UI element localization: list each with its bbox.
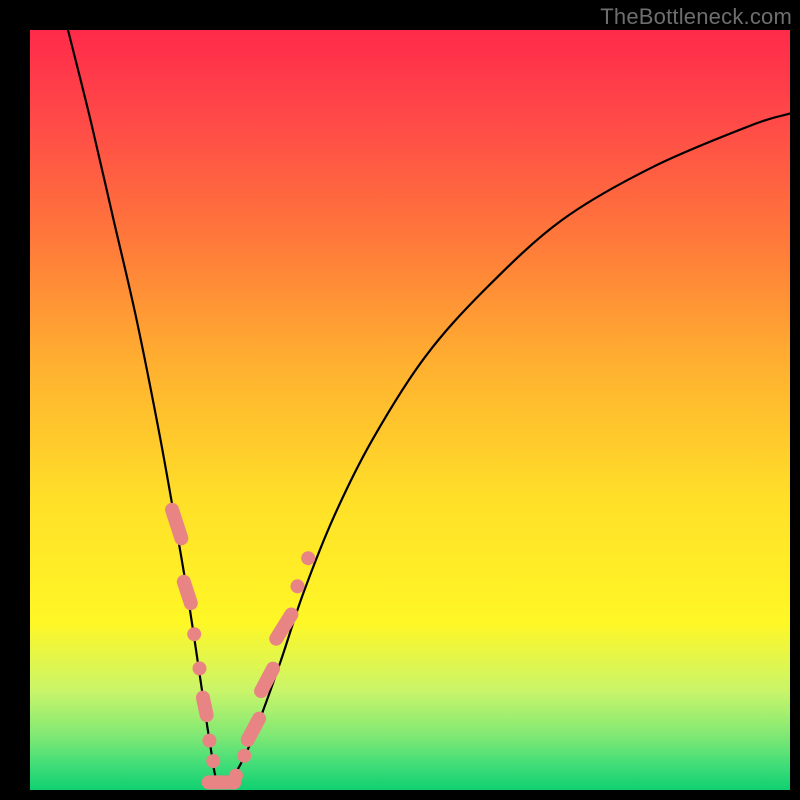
curve-marker-pill (252, 659, 283, 700)
chart-svg (30, 30, 790, 790)
curve-marker-dot (291, 579, 305, 593)
curve-marker-pill (195, 689, 215, 723)
bottleneck-curve (68, 30, 790, 785)
curve-marker-pill (238, 709, 268, 749)
curve-marker-pill (267, 605, 301, 649)
curve-marker-dot (237, 749, 251, 763)
curve-marker-dot (206, 754, 220, 768)
curve-marker-dot (301, 551, 315, 565)
curve-marker-pill (163, 501, 190, 547)
chart-frame: TheBottleneck.com (0, 0, 800, 800)
marker-layer (163, 501, 315, 789)
curve-marker-dot (229, 769, 243, 783)
curve-marker-dot (202, 734, 216, 748)
curve-marker-dot (193, 661, 207, 675)
attribution-text: TheBottleneck.com (600, 4, 792, 30)
plot-area (30, 30, 790, 790)
curve-marker-pill (175, 573, 200, 612)
curve-marker-dot (187, 627, 201, 641)
